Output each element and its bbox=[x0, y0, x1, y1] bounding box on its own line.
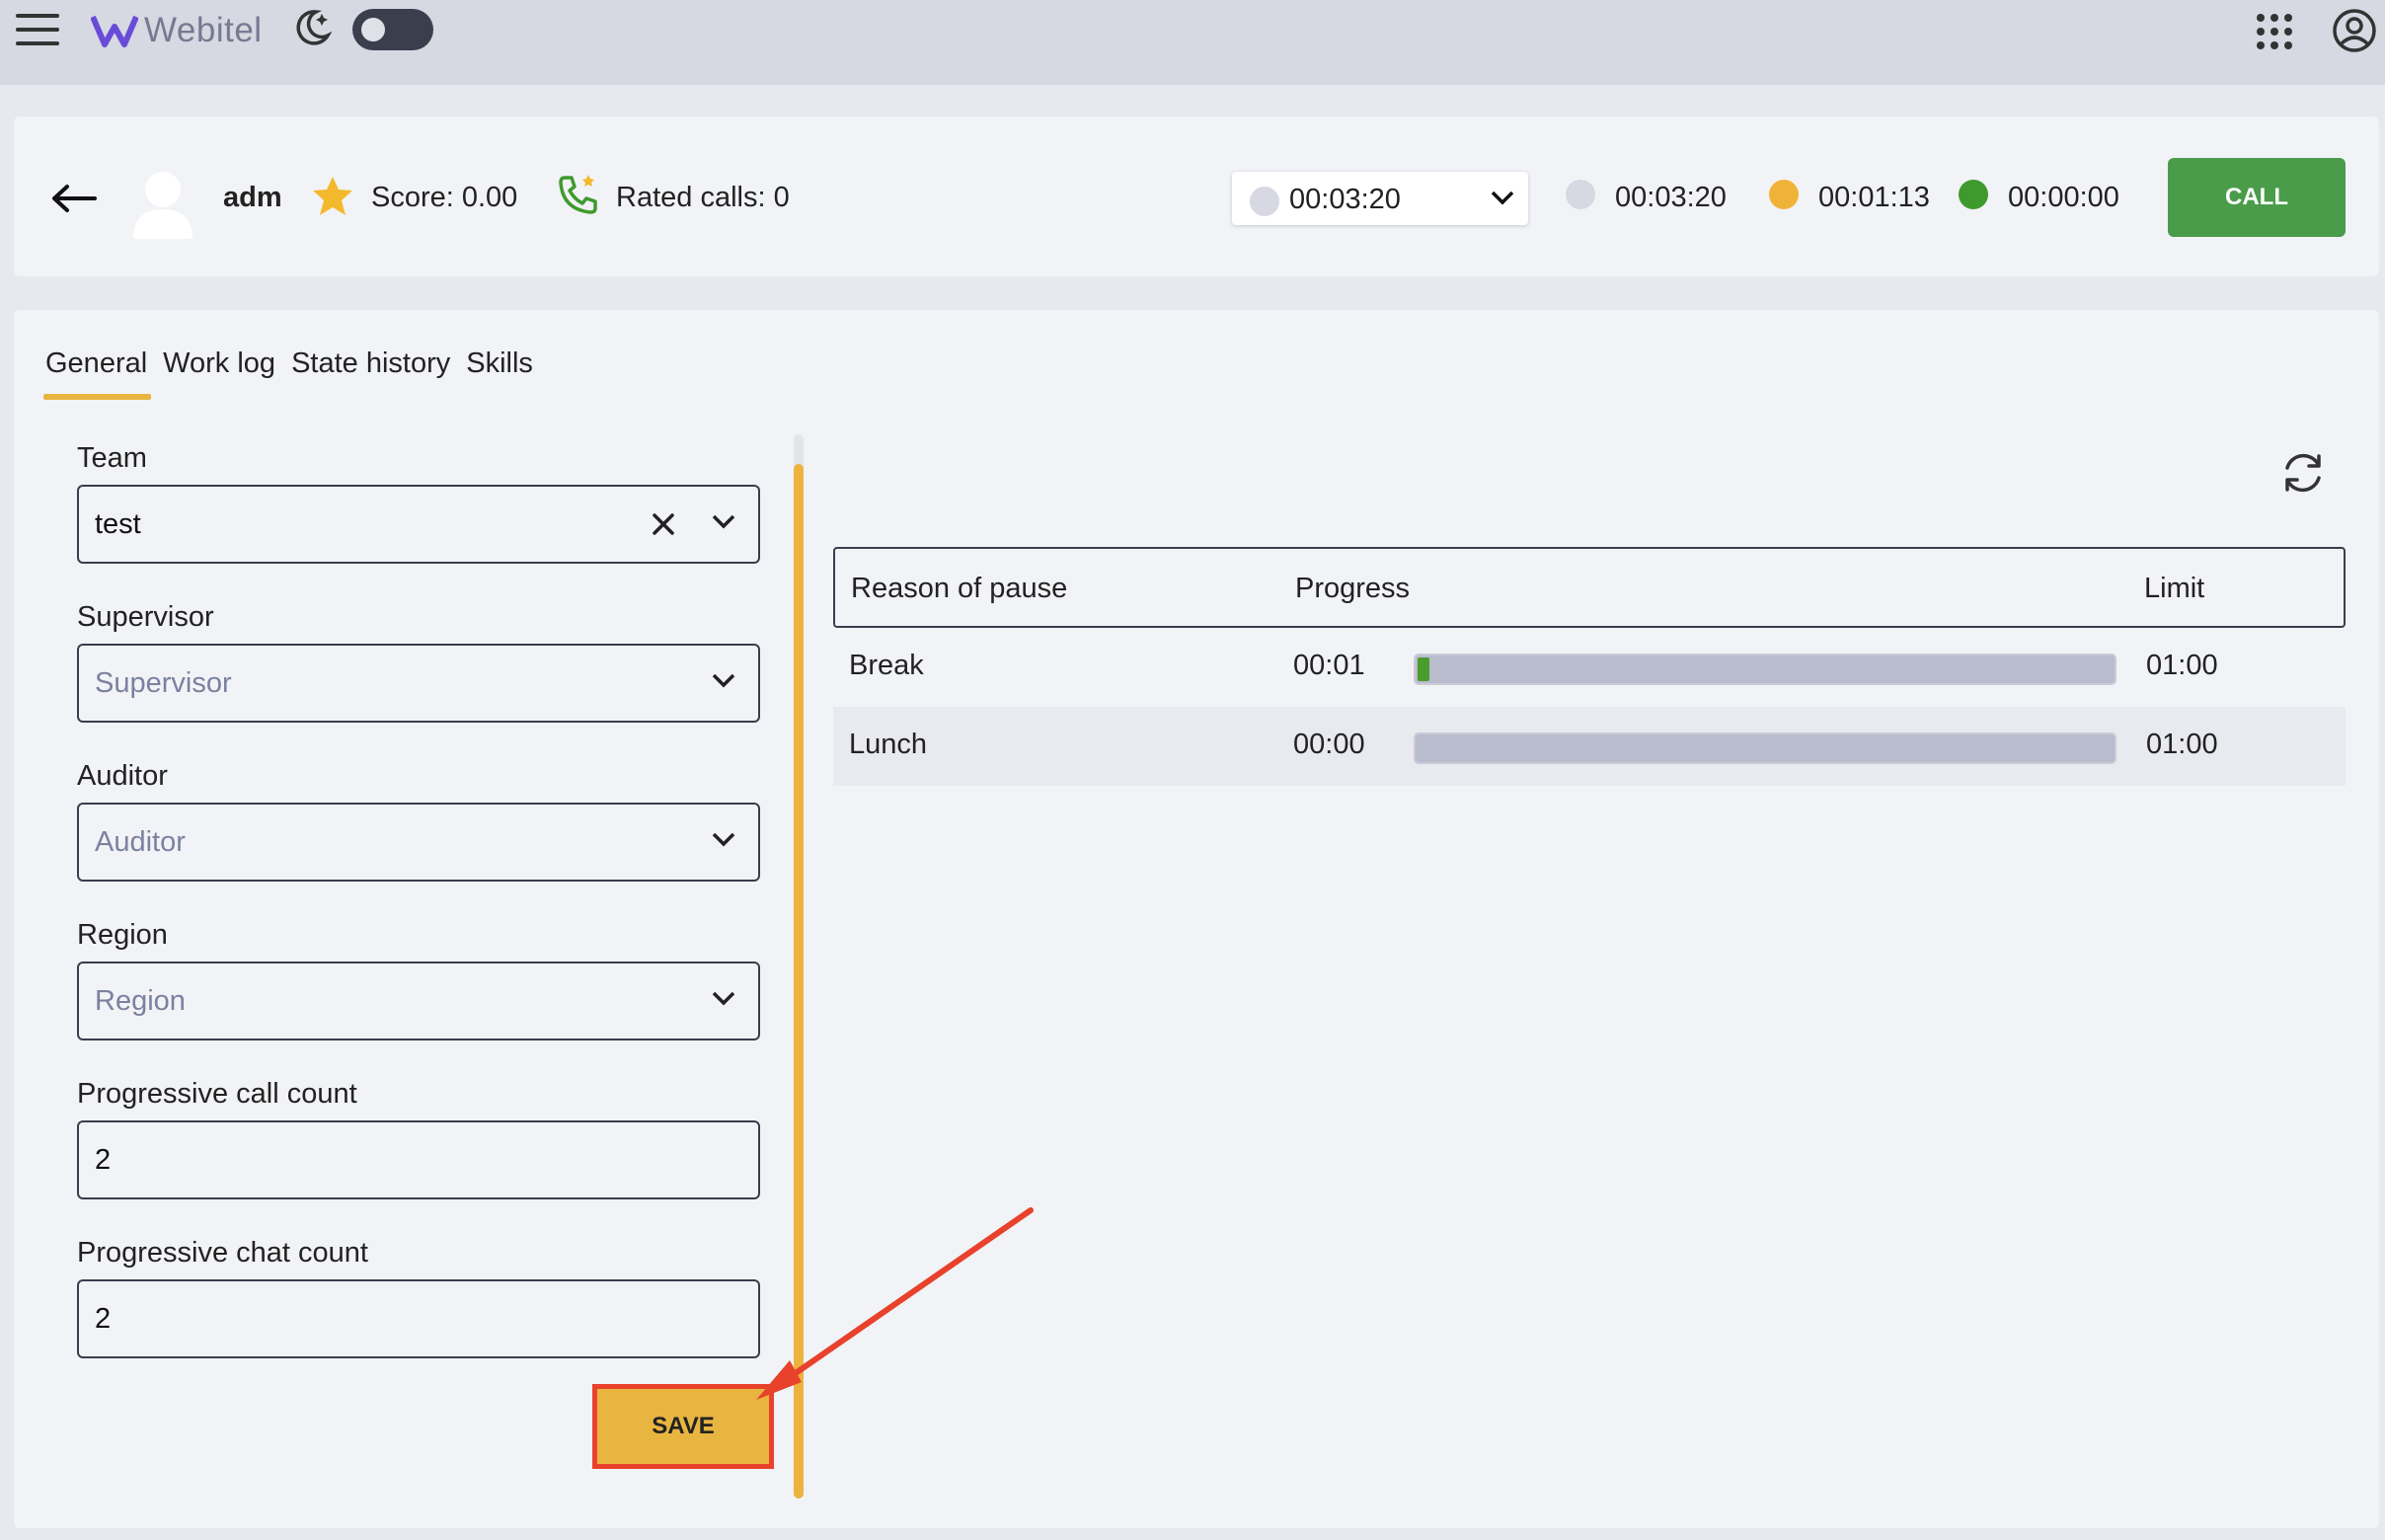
supervisor-label: Supervisor bbox=[77, 601, 214, 633]
auditor-placeholder: Auditor bbox=[95, 826, 186, 858]
hamburger-menu-icon[interactable] bbox=[16, 10, 59, 49]
agent-score: Score: 0.00 bbox=[371, 182, 518, 213]
rated-calls: Rated calls: 0 bbox=[616, 182, 790, 213]
scrollbar-thumb[interactable] bbox=[794, 464, 804, 1499]
chevron-down-icon bbox=[712, 991, 735, 1006]
main-panel: General Work log State history Skills Te… bbox=[14, 310, 2379, 1528]
region-placeholder: Region bbox=[95, 985, 186, 1017]
call-button[interactable]: CALL bbox=[2168, 158, 2346, 237]
team-select[interactable]: test bbox=[77, 485, 760, 564]
row-reason: Break bbox=[849, 650, 924, 681]
region-select[interactable]: Region bbox=[77, 962, 760, 1040]
back-arrow-icon[interactable] bbox=[49, 182, 99, 215]
dark-mode-moon-icon[interactable] bbox=[290, 6, 334, 49]
progressive-call-count-value: 2 bbox=[95, 1144, 112, 1176]
timer-idle: 00:03:20 bbox=[1615, 182, 1727, 213]
agent-name: adm bbox=[223, 182, 282, 213]
timer-dot-pause bbox=[1769, 180, 1799, 209]
top-bar: Webitel bbox=[0, 0, 2385, 85]
chevron-down-icon bbox=[712, 514, 735, 529]
tab-skills[interactable]: Skills bbox=[466, 347, 533, 400]
dark-mode-toggle[interactable] bbox=[352, 9, 433, 50]
progress-bar bbox=[1414, 732, 2116, 764]
status-dot bbox=[1250, 187, 1279, 216]
star-icon bbox=[313, 177, 352, 215]
rated-calls-phone-icon bbox=[559, 175, 597, 214]
chevron-down-icon bbox=[712, 673, 735, 688]
webitel-logo-icon bbox=[91, 15, 138, 47]
agent-avatar bbox=[133, 172, 192, 239]
auditor-label: Auditor bbox=[77, 760, 168, 792]
tab-work-log[interactable]: Work log bbox=[163, 347, 275, 400]
progressive-chat-count-label: Progressive chat count bbox=[77, 1237, 368, 1269]
region-label: Region bbox=[77, 919, 168, 951]
table-header: Reason of pause Progress Limit bbox=[833, 547, 2346, 628]
team-label: Team bbox=[77, 442, 147, 474]
progressive-chat-count-value: 2 bbox=[95, 1303, 112, 1335]
account-icon[interactable] bbox=[2332, 8, 2377, 53]
status-select-value: 00:03:20 bbox=[1289, 184, 1401, 215]
progressive-call-count-input[interactable]: 2 bbox=[77, 1120, 760, 1199]
timer-pause: 00:01:13 bbox=[1818, 182, 1930, 213]
general-form: Team test Supervisor Supervisor Auditor … bbox=[77, 442, 774, 1396]
row-progress-time: 00:01 bbox=[1293, 650, 1365, 681]
table-row: Lunch 00:00 01:00 bbox=[833, 707, 2346, 786]
supervisor-placeholder: Supervisor bbox=[95, 667, 232, 699]
progress-bar bbox=[1414, 654, 2116, 685]
supervisor-field: Supervisor Supervisor bbox=[77, 601, 774, 723]
pause-reasons-table: Reason of pause Progress Limit Break 00:… bbox=[833, 547, 2346, 786]
save-button[interactable]: SAVE bbox=[592, 1384, 774, 1469]
region-field: Region Region bbox=[77, 919, 774, 1040]
agent-status-select[interactable]: 00:03:20 bbox=[1232, 172, 1528, 225]
progressive-call-count-field: Progressive call count 2 bbox=[77, 1078, 774, 1199]
auditor-field: Auditor Auditor bbox=[77, 760, 774, 882]
agent-header: adm Score: 0.00 Rated calls: 0 00:03:20 … bbox=[14, 116, 2379, 276]
team-field: Team test bbox=[77, 442, 774, 564]
progressive-chat-count-field: Progressive chat count 2 bbox=[77, 1237, 774, 1358]
chevron-down-icon bbox=[712, 832, 735, 847]
timer-dot-idle bbox=[1566, 180, 1595, 209]
auditor-select[interactable]: Auditor bbox=[77, 803, 760, 882]
progressive-chat-count-input[interactable]: 2 bbox=[77, 1279, 760, 1358]
timer-dot-online bbox=[1959, 180, 1988, 209]
tab-state-history[interactable]: State history bbox=[291, 347, 450, 400]
tab-general[interactable]: General bbox=[42, 347, 152, 400]
refresh-icon[interactable] bbox=[2278, 448, 2328, 498]
team-value: test bbox=[95, 508, 141, 540]
table-row: Break 00:01 01:00 bbox=[833, 628, 2346, 707]
clear-icon[interactable] bbox=[650, 510, 677, 538]
row-limit: 01:00 bbox=[2146, 650, 2218, 681]
progressive-call-count-label: Progressive call count bbox=[77, 1078, 357, 1110]
row-progress-time: 00:00 bbox=[1293, 729, 1365, 760]
row-reason: Lunch bbox=[849, 729, 928, 760]
header-reason: Reason of pause bbox=[851, 573, 1068, 604]
row-limit: 01:00 bbox=[2146, 729, 2218, 760]
progress-bar-fill bbox=[1418, 657, 1430, 681]
tab-bar: General Work log State history Skills bbox=[42, 347, 533, 400]
brand-name: Webitel bbox=[144, 11, 263, 49]
chevron-down-icon bbox=[1491, 191, 1514, 205]
header-limit: Limit bbox=[2144, 573, 2205, 604]
timer-online: 00:00:00 bbox=[2008, 182, 2119, 213]
supervisor-select[interactable]: Supervisor bbox=[77, 644, 760, 723]
header-progress: Progress bbox=[1295, 573, 1411, 604]
webitel-logo: Webitel bbox=[91, 6, 263, 55]
apps-grid-icon[interactable] bbox=[2257, 14, 2292, 49]
